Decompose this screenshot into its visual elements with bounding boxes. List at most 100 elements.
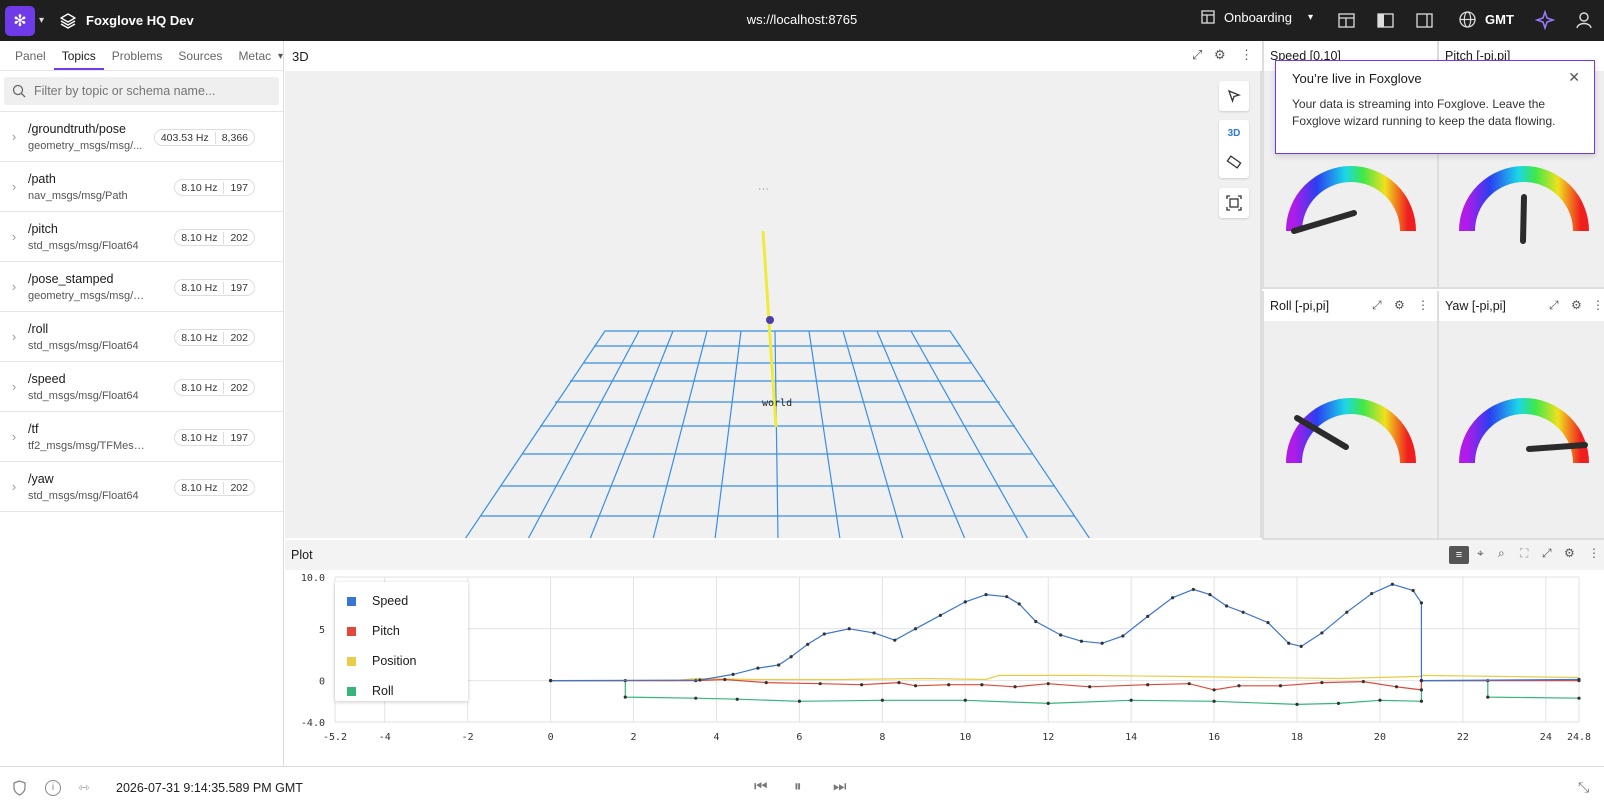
gauge-panel-yaw: Yaw [-pi,pi] ⤢ ⚙ ⋮ — [1437, 291, 1604, 540]
reset-view-icon[interactable]: ⛶ — [1520, 546, 1528, 561]
org-switcher[interactable]: Foxglove HQ Dev — [58, 11, 194, 31]
series-point-roll — [1486, 695, 1490, 699]
topic-row[interactable]: ›/speed std_msgs/msg/Float64 8.10 Hz 202 — [0, 362, 283, 412]
chevron-right-icon[interactable]: › — [0, 279, 28, 294]
settings-gear-icon[interactable]: ⚙ — [1394, 298, 1405, 312]
topic-schema: std_msgs/msg/Float64 — [28, 489, 139, 502]
topic-search-input[interactable] — [34, 84, 264, 98]
layout-menu-button[interactable]: Onboarding ▾ — [1200, 9, 1313, 25]
topic-name: /groundtruth/pose — [28, 121, 126, 136]
chevron-right-icon[interactable]: › — [0, 179, 28, 194]
tab-metadata[interactable]: Metac — [230, 49, 272, 70]
series-point-speed — [938, 613, 943, 617]
more-vertical-icon[interactable]: ⋮ — [1588, 546, 1600, 560]
series-point-speed — [1100, 641, 1104, 645]
left-sidebar-toggle-icon[interactable] — [1376, 11, 1395, 30]
topic-stats: 8.10 Hz 197 — [174, 179, 255, 196]
tab-sources[interactable]: Sources — [170, 49, 230, 70]
info-icon[interactable]: i — [45, 780, 61, 796]
settings-gear-icon[interactable]: ⚙ — [1571, 298, 1582, 312]
ai-sparkle-icon[interactable] — [1535, 10, 1555, 30]
fullscreen-icon[interactable]: ⤢ — [1542, 546, 1552, 561]
more-vertical-icon[interactable]: ⋮ — [1417, 298, 1429, 312]
series-point-speed — [777, 663, 781, 667]
plot-chart[interactable]: -5.2 -4 -2 0 2 4 6 8 10 12 14 16 18 20 22 24 24.810.050-… — [285, 570, 1604, 766]
chevron-down-icon[interactable]: ▾ — [39, 15, 44, 26]
select-tool-button[interactable] — [1219, 81, 1249, 111]
legend-item-roll[interactable]: Roll — [335, 676, 468, 706]
topic-row[interactable]: ›/roll std_msgs/msg/Float64 8.10 Hz 202 — [0, 312, 283, 362]
series-point-pitch — [1187, 682, 1191, 686]
ruler-icon[interactable] — [1226, 154, 1242, 170]
add-panel-icon[interactable] — [1337, 11, 1356, 30]
chevron-right-icon[interactable]: › — [0, 379, 28, 394]
legend-toggle-icon[interactable]: ≡ — [1449, 546, 1469, 564]
series-point-speed — [1411, 588, 1415, 593]
loop-icon[interactable]: ⇿ — [78, 779, 90, 796]
seek-forward-icon[interactable]: ⏭ — [833, 778, 847, 795]
series-point-speed — [1419, 601, 1424, 605]
fullscreen-icon[interactable]: ⤢ — [1372, 298, 1382, 313]
fullscreen-icon[interactable]: ⤢ — [1192, 47, 1202, 63]
legend-label: Speed — [372, 594, 409, 608]
topic-row[interactable]: ›/tf tf2_msgs/msg/TFMessage 8.10 Hz 197 — [0, 412, 283, 462]
series-point-roll — [1295, 702, 1299, 706]
select-icon[interactable]: ⌖ — [1477, 546, 1484, 561]
x-tick-label: 24.8 — [1567, 732, 1591, 743]
collapse-icon[interactable]: ⤡ — [1578, 779, 1589, 796]
series-point-speed — [1079, 639, 1083, 643]
settings-gear-icon[interactable]: ⚙ — [1214, 47, 1226, 63]
series-point-pitch — [1278, 684, 1283, 688]
topic-row[interactable]: ›/pitch std_msgs/msg/Float64 8.10 Hz 202 — [0, 212, 283, 262]
topic-row[interactable]: ›/pose_stamped geometry_msgs/msg/Pose... 8… — [0, 262, 283, 312]
series-point-pitch — [980, 683, 984, 687]
shield-icon[interactable] — [12, 780, 27, 796]
settings-gear-icon[interactable]: ⚙ — [1564, 546, 1575, 560]
zoom-icon[interactable]: ⌕ — [1498, 546, 1505, 561]
3d-viewport[interactable]: world ··· — [285, 71, 1262, 538]
seek-backward-icon[interactable]: ⏮ — [754, 778, 768, 795]
timezone-label: GMT — [1485, 12, 1514, 27]
close-icon[interactable]: ✕ — [1568, 69, 1580, 86]
y-tick-label: 10.0 — [301, 573, 325, 584]
more-vertical-icon[interactable]: ⋮ — [1240, 47, 1253, 63]
x-tick-label: 8 — [879, 732, 885, 743]
series-point-speed — [1390, 582, 1394, 586]
topic-row[interactable]: ›/yaw std_msgs/msg/Float64 8.10 Hz 202 — [0, 462, 283, 512]
chevron-right-icon[interactable]: › — [0, 429, 28, 444]
chevron-right-icon[interactable]: › — [0, 129, 28, 144]
series-line-roll — [550, 680, 1580, 706]
topic-row[interactable]: ›/path nav_msgs/msg/Path 8.10 Hz 197 — [0, 162, 283, 212]
pause-icon[interactable]: ⏸ — [794, 778, 802, 795]
legend-item-pitch[interactable]: Pitch — [335, 616, 468, 646]
series-point-speed — [872, 631, 876, 635]
tab-problems[interactable]: Problems — [104, 49, 171, 70]
more-vertical-icon[interactable]: ⋮ — [1592, 298, 1604, 312]
timezone-button[interactable]: GMT — [1458, 10, 1514, 29]
right-sidebar-toggle-icon[interactable] — [1415, 11, 1434, 30]
topic-stats: 403.53 Hz 8,366 — [153, 129, 255, 146]
topic-row[interactable]: ›/groundtruth/pose geometry_msgs/msg/... 4… — [0, 112, 283, 162]
tab-panel[interactable]: Panel — [7, 49, 54, 70]
app-menu-button[interactable]: ✻ — [5, 5, 35, 36]
roll-gauge — [1286, 398, 1416, 464]
fullscreen-icon[interactable]: ⤢ — [1549, 298, 1559, 313]
legend-item-position[interactable]: Position — [335, 646, 468, 676]
chevron-right-icon[interactable]: › — [0, 479, 28, 494]
chevron-down-icon[interactable]: ▾ — [278, 51, 283, 70]
series-point-roll — [1336, 701, 1341, 705]
tab-topics[interactable]: Topics — [53, 49, 104, 70]
series-point-pitch — [1320, 681, 1324, 685]
series-point-speed — [789, 655, 793, 659]
series-point-speed — [1171, 596, 1175, 600]
topic-name: /tf — [28, 421, 39, 436]
fit-view-button[interactable] — [1219, 188, 1249, 218]
legend-item-speed[interactable]: Speed — [335, 586, 468, 616]
user-avatar-icon[interactable] — [1574, 10, 1594, 30]
series-point-speed — [847, 627, 851, 631]
chevron-right-icon[interactable]: › — [0, 229, 28, 244]
x-tick-label: 12 — [1042, 732, 1054, 743]
3d-mode-toggle[interactable]: 3D — [1228, 128, 1241, 139]
chevron-right-icon[interactable]: › — [0, 329, 28, 344]
topic-schema: nav_msgs/msg/Path — [28, 189, 128, 202]
